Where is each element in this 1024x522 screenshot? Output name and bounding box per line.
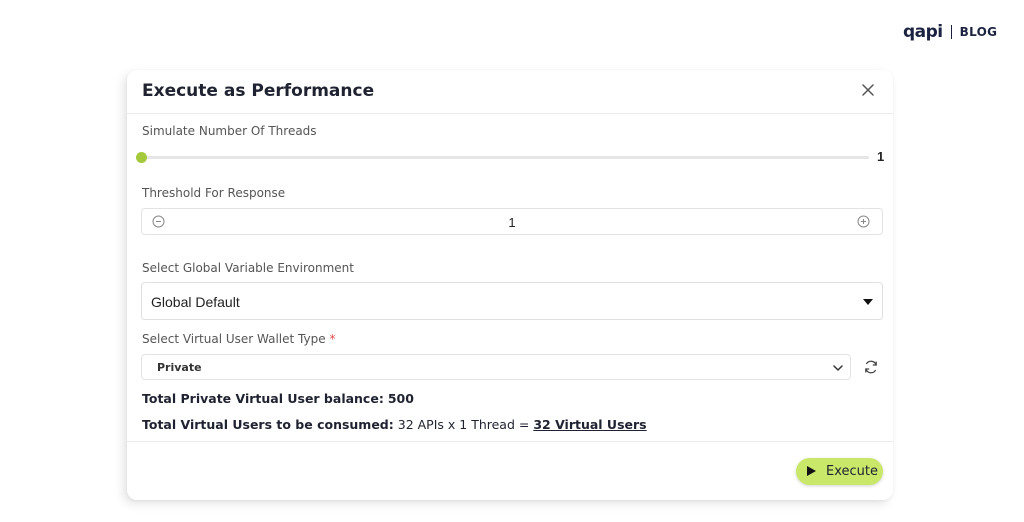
required-mark: *: [329, 332, 336, 346]
virtual-users-link[interactable]: 32 Virtual Users: [533, 417, 646, 432]
brand-header: qapi BLOG: [903, 22, 997, 42]
execute-button[interactable]: Execute: [796, 458, 883, 485]
play-icon: [807, 466, 816, 476]
execute-label: Execute: [826, 464, 878, 479]
consumption-formula: 32 APIs x 1 Thread =: [397, 417, 530, 432]
threads-value: 1: [877, 149, 885, 164]
slider-thumb[interactable]: [136, 152, 147, 163]
threshold-stepper: 1: [141, 208, 883, 235]
wallet-label: Select Virtual User Wallet Type *: [142, 332, 335, 346]
blog-link[interactable]: BLOG: [960, 25, 998, 39]
threshold-value[interactable]: 1: [142, 215, 882, 230]
chevron-down-icon: [832, 361, 844, 373]
dialog-header: Execute as Performance: [127, 70, 893, 114]
brand-divider: [950, 25, 952, 39]
threads-label: Simulate Number Of Threads: [142, 124, 317, 138]
threads-slider[interactable]: [136, 152, 869, 163]
environment-selected: Global Default: [151, 294, 240, 310]
wallet-label-text: Select Virtual User Wallet Type: [142, 332, 326, 346]
refresh-icon[interactable]: [863, 359, 879, 375]
qapi-logo: qapi: [903, 22, 943, 42]
footer-divider: [127, 441, 893, 442]
environment-select[interactable]: Global Default: [141, 282, 883, 320]
close-icon[interactable]: [859, 81, 877, 99]
caret-down-icon: [863, 299, 873, 305]
dialog-title: Execute as Performance: [142, 81, 375, 101]
slider-track: [141, 156, 869, 159]
wallet-selected: Private: [157, 361, 202, 374]
plus-circle-icon[interactable]: [857, 215, 870, 228]
threshold-label: Threshold For Response: [142, 186, 286, 200]
consumption-label: Total Virtual Users to be consumed:: [142, 417, 394, 432]
environment-label: Select Global Variable Environment: [142, 261, 354, 275]
consumption-info: Total Virtual Users to be consumed: 32 A…: [142, 417, 647, 432]
balance-info: Total Private Virtual User balance: 500: [142, 391, 414, 406]
execute-performance-dialog: Execute as Performance Simulate Number O…: [127, 70, 893, 500]
balance-value: 500: [387, 391, 414, 406]
balance-label: Total Private Virtual User balance:: [142, 391, 384, 406]
wallet-select[interactable]: Private: [141, 354, 851, 380]
